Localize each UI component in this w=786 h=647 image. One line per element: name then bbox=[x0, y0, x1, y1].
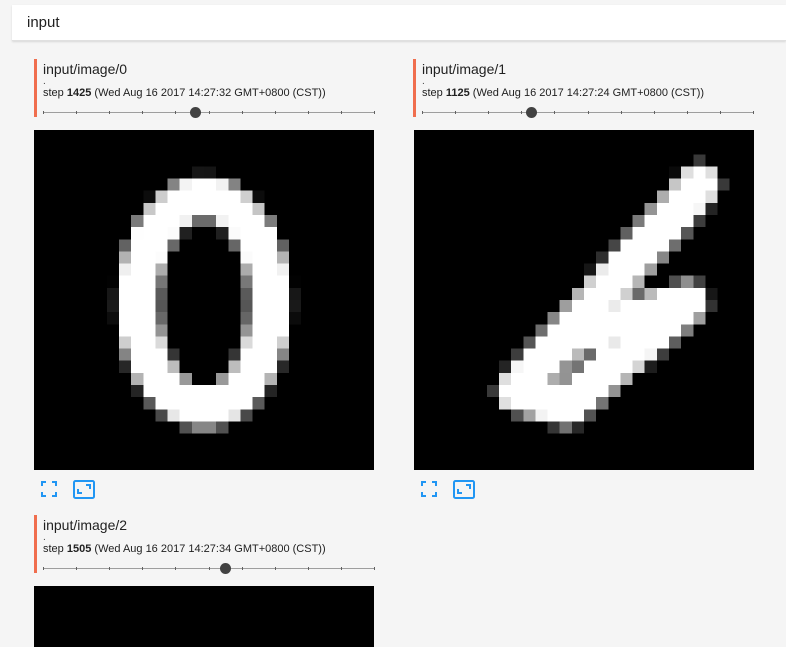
card-dot: . bbox=[43, 76, 46, 87]
actual-size-icon[interactable] bbox=[73, 480, 95, 499]
slider-tick bbox=[488, 111, 490, 114]
image-card-2: input/image/2 . step 1505 (Wed Aug 16 20… bbox=[34, 515, 379, 574]
slider-tick bbox=[109, 111, 111, 114]
fullscreen-icon[interactable] bbox=[421, 481, 437, 497]
card-header: input/image/2 . step 1505 (Wed Aug 16 20… bbox=[34, 515, 379, 574]
slider-tick bbox=[455, 111, 457, 114]
card-header: input/image/1 . step 1125 (Wed Aug 16 20… bbox=[413, 59, 758, 118]
slider-tick bbox=[719, 111, 721, 114]
slider-tick bbox=[142, 567, 144, 570]
slider-tick bbox=[307, 567, 309, 570]
slider-tick bbox=[653, 111, 655, 114]
slider-tick bbox=[307, 111, 309, 114]
step-line: step 1425 (Wed Aug 16 2017 14:27:32 GMT+… bbox=[43, 86, 379, 100]
slider-tick bbox=[521, 111, 523, 114]
slider-tick bbox=[686, 111, 688, 114]
card-dot: . bbox=[43, 532, 46, 543]
step-line: step 1125 (Wed Aug 16 2017 14:27:24 GMT+… bbox=[422, 86, 758, 100]
step-timestamp: (Wed Aug 16 2017 14:27:32 GMT+0800 (CST)… bbox=[94, 87, 326, 99]
section-header[interactable]: input bbox=[12, 5, 786, 41]
accent-bar bbox=[34, 515, 37, 573]
section-title: input bbox=[27, 14, 60, 31]
slider-tick bbox=[175, 567, 177, 570]
step-slider[interactable] bbox=[422, 106, 754, 118]
card-title: input/image/1 bbox=[422, 61, 507, 77]
step-number: 1125 bbox=[445, 87, 470, 99]
digit-canvas-1 bbox=[414, 130, 754, 470]
slider-tick bbox=[43, 111, 44, 114]
step-timestamp: (Wed Aug 16 2017 14:27:24 GMT+0800 (CST)… bbox=[472, 87, 705, 99]
card-dot: . bbox=[422, 76, 425, 87]
slider-tick bbox=[620, 111, 622, 114]
step-number: 1505 bbox=[66, 543, 92, 555]
image-card-1: input/image/1 . step 1125 (Wed Aug 16 20… bbox=[413, 59, 758, 118]
slider-thumb[interactable] bbox=[526, 107, 538, 118]
slider-tick bbox=[142, 111, 144, 114]
card-title: input/image/2 bbox=[43, 517, 128, 533]
step-prefix: step bbox=[43, 543, 67, 555]
image-2 bbox=[34, 586, 374, 647]
slider-tick bbox=[374, 567, 375, 570]
slider-tick bbox=[175, 111, 177, 114]
accent-bar bbox=[34, 59, 37, 117]
step-prefix: step bbox=[43, 87, 67, 99]
slider-tick bbox=[241, 111, 243, 114]
slider-tick bbox=[76, 111, 78, 114]
image-1 bbox=[414, 130, 754, 470]
slider-tick bbox=[554, 111, 556, 114]
image-0 bbox=[34, 130, 374, 470]
slider-tick bbox=[422, 111, 423, 114]
slider-tick bbox=[274, 567, 276, 570]
card-title: input/image/0 bbox=[43, 61, 128, 77]
slider-tick bbox=[374, 111, 375, 114]
slider-tick bbox=[340, 567, 342, 570]
step-slider[interactable] bbox=[43, 562, 375, 574]
slider-tick bbox=[274, 111, 276, 114]
slider-tick bbox=[340, 111, 342, 114]
slider-tick bbox=[587, 111, 589, 114]
slider-tick bbox=[208, 111, 210, 114]
digit-canvas-0 bbox=[34, 130, 374, 470]
slider-tick bbox=[241, 567, 243, 570]
step-timestamp: (Wed Aug 16 2017 14:27:34 GMT+0800 (CST)… bbox=[94, 543, 326, 555]
card-header: input/image/0 . step 1425 (Wed Aug 16 20… bbox=[34, 59, 379, 118]
image-actions-1 bbox=[421, 480, 481, 499]
accent-bar bbox=[413, 59, 416, 117]
slider-tick bbox=[753, 111, 754, 114]
step-prefix: step bbox=[422, 87, 446, 99]
slider-tick bbox=[109, 567, 111, 570]
actual-size-icon[interactable] bbox=[453, 480, 475, 499]
fullscreen-icon[interactable] bbox=[41, 481, 57, 497]
image-card-0: input/image/0 . step 1425 (Wed Aug 16 20… bbox=[34, 59, 379, 118]
slider-tick bbox=[208, 567, 210, 570]
slider-tick bbox=[43, 567, 44, 570]
image-actions-0 bbox=[41, 480, 101, 499]
step-line: step 1505 (Wed Aug 16 2017 14:27:34 GMT+… bbox=[43, 542, 379, 556]
step-number: 1425 bbox=[66, 87, 92, 99]
slider-tick bbox=[76, 567, 78, 570]
slider-thumb[interactable] bbox=[220, 563, 232, 574]
slider-thumb[interactable] bbox=[190, 107, 202, 118]
step-slider[interactable] bbox=[43, 106, 375, 118]
